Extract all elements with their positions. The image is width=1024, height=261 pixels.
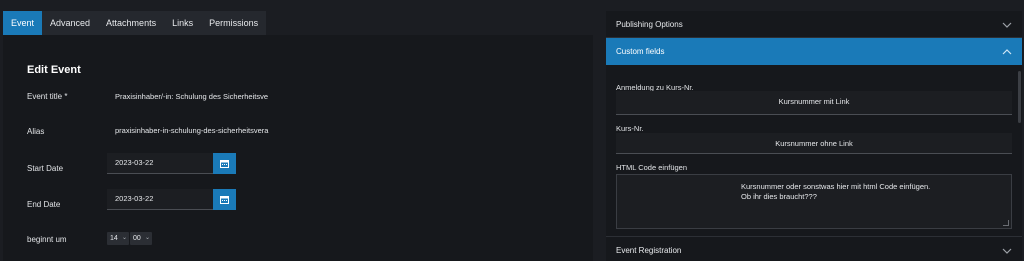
field2-input[interactable]: Kursnummer ohne Link xyxy=(616,133,1012,154)
alias-label: Alias xyxy=(27,127,45,136)
chevron-down-icon: ⌄ xyxy=(121,235,127,241)
scrollbar[interactable] xyxy=(1018,71,1021,123)
begins-at-label: beginnt um xyxy=(27,235,67,244)
event-title-input[interactable]: Praxisinhaber/-in: Schulung des Sicherhe… xyxy=(115,92,268,101)
tab-advanced[interactable]: Advanced xyxy=(42,11,98,35)
field3-textarea[interactable]: Kursnummer oder sonstwas hier mit html C… xyxy=(616,174,1012,229)
chevron-down-icon: ⌄ xyxy=(144,235,150,241)
page-title: Edit Event xyxy=(27,64,81,76)
tab-links[interactable]: Links xyxy=(164,11,201,35)
begins-minute-value: 00 xyxy=(133,235,141,242)
field3-label: HTML Code einfügen xyxy=(616,163,688,172)
resize-handle[interactable] xyxy=(1003,220,1009,226)
chevron-up-icon xyxy=(1002,49,1012,55)
edit-event-panel: Edit Event Event title * Praxisinhaber/-… xyxy=(3,35,593,261)
start-date-calendar-button[interactable] xyxy=(213,153,236,174)
calendar-icon xyxy=(220,160,229,168)
event-registration-header[interactable]: Event Registration xyxy=(606,237,1022,261)
custom-fields-label: Custom fields xyxy=(616,47,665,56)
tab-bar: Event Advanced Attachments Links Permiss… xyxy=(3,11,267,35)
field3-line1: Kursnummer oder sonstwas hier mit html C… xyxy=(741,182,931,191)
tab-event[interactable]: Event xyxy=(3,11,43,35)
start-date-input[interactable]: 2023-03-22 xyxy=(107,153,213,174)
tab-permissions[interactable]: Permissions xyxy=(201,11,266,35)
custom-fields-header[interactable]: Custom fields xyxy=(606,38,1022,65)
begins-hour-select[interactable]: 14 ⌄ xyxy=(107,232,129,245)
end-date-label: End Date xyxy=(27,200,61,209)
field3-line2: Ob ihr dies braucht??? xyxy=(741,192,817,201)
event-editor: Event Advanced Attachments Links Permiss… xyxy=(0,0,1024,261)
publishing-options-label: Publishing Options xyxy=(616,20,683,29)
start-date-label: Start Date xyxy=(27,164,64,173)
alias-input[interactable]: praxisinhaber-in-schulung-des-sicherheit… xyxy=(115,126,268,135)
field2-label: Kurs-Nr. xyxy=(616,124,644,133)
sidebar-accordion: Publishing Options Custom fields Anmeldu… xyxy=(606,11,1022,261)
publishing-options-header[interactable]: Publishing Options xyxy=(606,11,1022,38)
end-date-input[interactable]: 2023-03-22 xyxy=(107,189,213,210)
chevron-down-icon xyxy=(1002,248,1012,254)
begins-hour-value: 14 xyxy=(110,235,118,242)
event-registration-label: Event Registration xyxy=(616,246,682,255)
calendar-icon xyxy=(220,196,229,204)
chevron-down-icon xyxy=(1002,22,1012,28)
tab-attachments[interactable]: Attachments xyxy=(98,11,164,35)
field1-input[interactable]: Kursnummer mit Link xyxy=(616,91,1012,115)
end-date-calendar-button[interactable] xyxy=(213,189,236,210)
begins-minute-select[interactable]: 00 ⌄ xyxy=(130,232,152,245)
event-title-label: Event title * xyxy=(27,92,68,101)
